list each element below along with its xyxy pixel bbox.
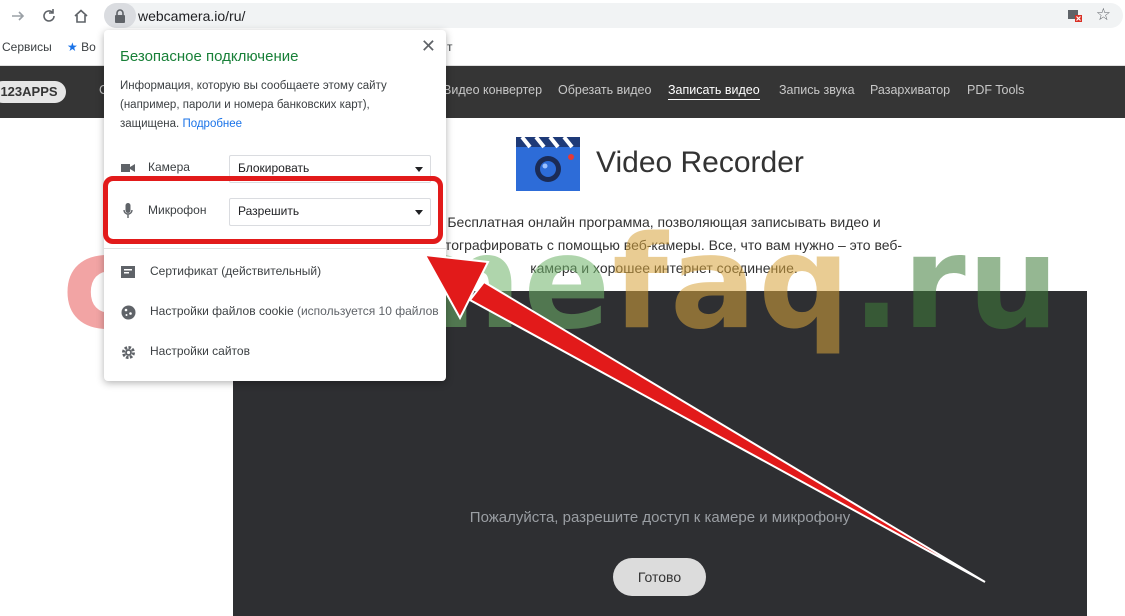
certificate-icon — [120, 264, 136, 280]
arrow-right-icon — [12, 11, 25, 21]
site-settings-label: Настройки сайтов — [150, 344, 250, 358]
nav-link-video-converter[interactable]: Видео конвертер — [443, 83, 542, 97]
bookmark-star-icon[interactable]: ☆ — [1096, 6, 1111, 24]
camera-permission-value: Блокировать — [238, 161, 310, 175]
done-button[interactable]: Готово — [613, 558, 706, 596]
forward-button[interactable] — [6, 4, 30, 28]
lock-icon — [115, 8, 125, 23]
home-icon — [74, 9, 88, 23]
popup-description: Информация, которую вы сообщаете этому с… — [120, 77, 420, 134]
camera-blocked-indicator[interactable] — [1067, 8, 1083, 27]
page-title: Video Recorder — [596, 146, 804, 179]
site-logo[interactable]: 123APPS — [0, 81, 66, 103]
popup-divider — [104, 248, 446, 249]
site-info-button[interactable] — [104, 3, 136, 28]
reload-button[interactable] — [37, 4, 61, 28]
reload-icon — [43, 9, 55, 22]
gear-icon — [120, 344, 136, 360]
permission-message: Пожалуйста, разрешите доступ к камере и … — [469, 509, 851, 526]
nav-link-record-audio[interactable]: Запись звука — [779, 83, 855, 97]
learn-more-link[interactable]: Подробнее — [182, 118, 242, 130]
cookie-count-note: (используется 10 файлов — [296, 304, 439, 318]
star-icon: ★ — [67, 40, 78, 54]
browser-toolbar: webcamera.io/ru/ ☆ — [0, 0, 1125, 32]
nav-link-unarchiver[interactable]: Разархиватор — [870, 83, 950, 97]
bookmark-label: Во — [81, 40, 96, 54]
url-text: webcamera.io/ru/ — [138, 8, 246, 24]
address-bar[interactable]: webcamera.io/ru/ ☆ — [104, 3, 1123, 28]
close-icon[interactable]: ✕ — [421, 36, 436, 57]
bookmark-item[interactable]: ★ Во — [67, 40, 96, 54]
popup-description-text: Информация, которую вы сообщаете этому с… — [120, 80, 387, 130]
popup-title: Безопасное подключение — [120, 48, 299, 65]
chevron-down-icon — [415, 167, 423, 172]
cookie-icon — [120, 304, 136, 320]
camera-label: Камера — [148, 160, 190, 174]
highlight-frame — [103, 176, 443, 244]
bookmark-services[interactable]: Сервисы — [2, 40, 52, 54]
camera-icon — [120, 160, 136, 176]
nav-link-pdf-tools[interactable]: PDF Tools — [967, 83, 1024, 97]
home-button[interactable] — [69, 4, 93, 28]
camera-blocked-icon — [1068, 10, 1082, 22]
page-description: Бесплатная онлайн программа, позволяющая… — [425, 214, 903, 276]
nav-link-trim-video[interactable]: Обрезать видео — [558, 83, 651, 97]
bookmark-item-partial[interactable]: т — [447, 40, 453, 54]
nav-link-record-video[interactable]: Записать видео — [668, 83, 760, 100]
cookie-settings-text: Настройки файлов cookie — [150, 304, 294, 318]
video-recorder-icon — [516, 135, 580, 191]
cookie-settings-label: Настройки файлов cookie (используется 10… — [150, 304, 439, 318]
certificate-label: Сертификат (действительный) — [150, 264, 322, 278]
